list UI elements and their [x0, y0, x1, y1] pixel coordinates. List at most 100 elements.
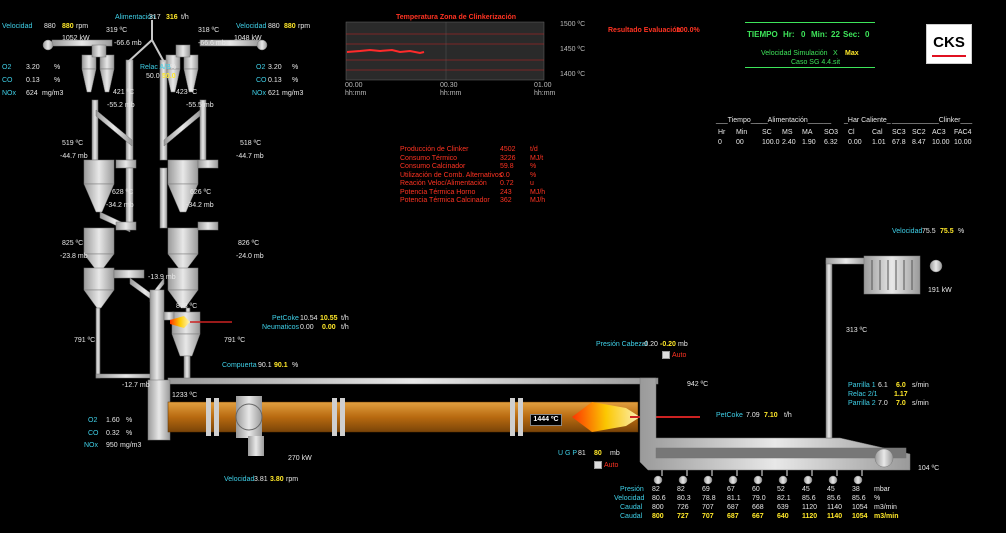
- left-top-temp: 319 ºC: [106, 27, 128, 34]
- lab-cell: 100.0: [762, 139, 780, 146]
- sim-speed-value[interactable]: Max: [845, 49, 859, 58]
- fans-cell: 1120: [802, 504, 818, 511]
- lab-cell: 1.90: [802, 139, 816, 146]
- left-c2-temp: 421 ºC: [113, 89, 135, 96]
- right-c4-press: -34.2 mb: [186, 202, 214, 209]
- fans-cell: 707: [702, 504, 714, 511]
- fans-cell: 82: [652, 486, 660, 493]
- lab-cell: 8.47: [912, 139, 926, 146]
- cooler-fans-table: Presión 82 82 69 67 60 52 45 45 38 mbar Velocidad 80…: [598, 485, 918, 525]
- lab-column-header: Min: [736, 129, 748, 136]
- kiln-speed-label: Velocidad: [224, 476, 255, 483]
- kiln-drive: [248, 436, 264, 456]
- calciner-petcoke-unit: t/h: [341, 315, 349, 322]
- burning-zone-temp: 1444 ºC: [530, 414, 562, 426]
- relac21-value[interactable]: 1.17: [894, 390, 908, 399]
- kiln-inlet-o2-unit: %: [126, 417, 133, 424]
- ugp-setpoint[interactable]: 80: [594, 449, 602, 458]
- relac-ab-label: Relac A/B: [140, 64, 171, 71]
- neumaticos-setpoint[interactable]: 0.00: [322, 323, 336, 332]
- fans-cell: 1054: [852, 504, 868, 511]
- cooler-fan-power: 191 kW: [928, 287, 952, 294]
- ugp-auto-checkbox[interactable]: [594, 461, 602, 469]
- hood-pressure-unit: mb: [678, 341, 688, 348]
- fans-cell: 668: [752, 504, 764, 511]
- calciner-petcoke-setpoint[interactable]: 10.55: [320, 314, 338, 323]
- feed-setpoint[interactable]: 316: [166, 13, 178, 22]
- kiln-speed-value: 3.81: [254, 476, 268, 483]
- lab-cell: 1.01: [872, 139, 886, 146]
- neumaticos-unit: t/h: [341, 324, 349, 331]
- left-nox-unit: mg/m3: [42, 90, 64, 97]
- cooler-fan-speed-setpoint[interactable]: 75.5: [940, 227, 954, 236]
- left-co-label: CO: [2, 77, 13, 84]
- parrilla1-label: Parrilla 1: [848, 382, 876, 389]
- right-fan-speed-setpoint[interactable]: 880: [284, 22, 296, 31]
- relac-ab-setpoint[interactable]: 50.0: [162, 72, 176, 81]
- production-kpi-label: Potencia Térmica Calcinador: [400, 197, 490, 204]
- left-c4-press: -34.2 mb: [106, 202, 134, 209]
- left-fan-speed-value: 880: [44, 23, 56, 30]
- ugp-auto-label: Auto: [604, 462, 619, 469]
- fans-row-label: Caudal: [620, 513, 643, 520]
- hood-auto-checkbox[interactable]: [662, 351, 670, 359]
- fans-cell: 1140: [827, 504, 843, 511]
- neumaticos-label: Neumaticos: [262, 324, 299, 331]
- main-petcoke-unit: t/h: [784, 412, 792, 419]
- main-petcoke-value: 7.09: [746, 412, 760, 419]
- cooler-exhaust: [825, 255, 943, 439]
- fans-row-unit: mbar: [874, 486, 890, 493]
- resultado-value: 100.0%: [676, 27, 700, 34]
- right-c2-press: -55.5 mb: [186, 102, 214, 109]
- trend-chart-title: Temperatura Zona de Clinkerización: [396, 14, 517, 21]
- left-c3-press: -44.7 mb: [60, 153, 88, 160]
- hood-pressure-setpoint[interactable]: -0.20: [660, 340, 676, 349]
- left-c5-temp: 825 ºC: [62, 240, 84, 247]
- parrilla1-setpoint[interactable]: 6.0: [896, 381, 906, 390]
- hood-auto-label: Auto: [672, 352, 687, 359]
- lab-column-header: FAC4: [954, 129, 972, 136]
- hood-temp: 942 ºC: [687, 381, 709, 388]
- trend-y-tick-1450: 1450 ºC: [560, 46, 586, 53]
- cks-logo: CKS: [926, 24, 972, 64]
- left-fan-speed-setpoint[interactable]: 880: [62, 22, 74, 31]
- parrilla2-value: 7.0: [878, 400, 888, 407]
- fans-cell: 60: [752, 486, 760, 493]
- parrilla1-value: 6.1: [878, 382, 888, 389]
- fans-cell: 82: [677, 486, 685, 493]
- temperature-trend-chart: [345, 21, 545, 81]
- kiln-inlet-co-label: CO: [88, 430, 99, 437]
- parrilla2-setpoint[interactable]: 7.0: [896, 399, 906, 408]
- trend-y-tick-1500: 1500 ºC: [560, 21, 586, 28]
- right-c5-temp: 826 ºC: [238, 240, 260, 247]
- fans-cell: 52: [777, 486, 785, 493]
- lab-group-header: ____________Clinker___: [892, 117, 973, 124]
- lab-column-header: SC2: [912, 129, 926, 136]
- relac-ab-unit: %: [170, 64, 177, 71]
- right-c4-temp: 626 ºC: [190, 189, 212, 196]
- right-nox-unit: mg/m3: [282, 90, 304, 97]
- fans-cell: 640: [777, 513, 789, 520]
- right-o2-value: 3.20: [268, 64, 282, 71]
- cooler-fan-speed-label: Velocidad: [892, 228, 923, 235]
- fans-cell: 800: [652, 504, 664, 511]
- parrilla1-unit: s/min: [912, 382, 929, 389]
- compuerta-setpoint[interactable]: 90.1: [274, 361, 288, 370]
- sim-speed-label: Velocidad Simulación: [761, 50, 828, 57]
- compuerta-unit: %: [292, 362, 299, 369]
- lab-cell: 10.00: [954, 139, 972, 146]
- fans-cell: 726: [677, 504, 689, 511]
- fans-cell: 45: [827, 486, 835, 493]
- simulation-time-panel: TIEMPO Hr: 0 Min: 22 Sec: 0 Velocidad Si…: [745, 22, 875, 68]
- cks-logo-text: CKS: [933, 34, 965, 51]
- main-petcoke-setpoint[interactable]: 7.10: [764, 411, 778, 420]
- kiln-inlet-nox-value: 950: [106, 442, 118, 449]
- fans-cell: 85.6: [827, 495, 841, 502]
- left-o2-value: 3.20: [26, 64, 40, 71]
- kiln-speed-setpoint[interactable]: 3.80: [270, 475, 284, 484]
- fans-cell: 38: [852, 486, 860, 493]
- fans-cell: 727: [677, 513, 689, 520]
- calciner-press: -13.9 mb: [148, 274, 176, 281]
- fans-cell: 1120: [802, 513, 818, 520]
- kiln-inlet-co-value: 0.32: [106, 430, 120, 437]
